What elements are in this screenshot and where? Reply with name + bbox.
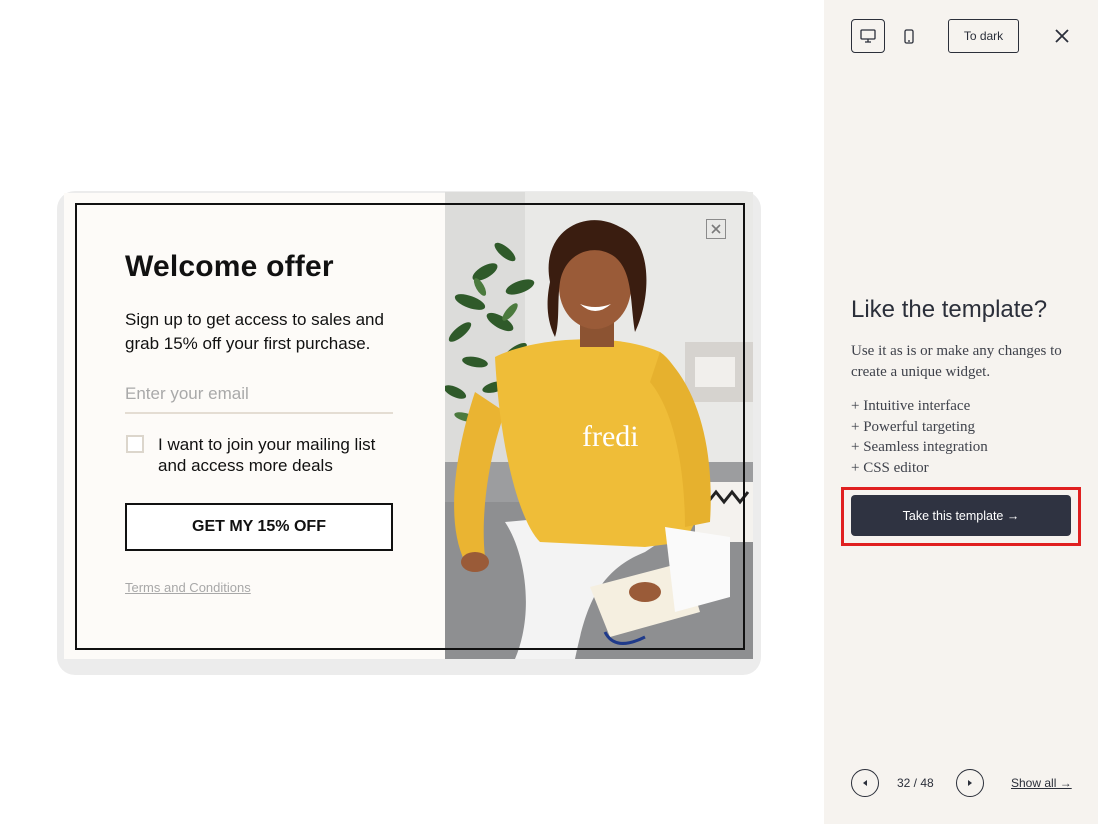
desktop-icon [860, 29, 876, 43]
feature-item: + Intuitive interface [851, 398, 971, 414]
preview-stage: fredi Welcome offer Sign up to get acces… [0, 0, 824, 824]
feature-item: + Powerful targeting [851, 418, 975, 435]
triangle-right-icon [968, 780, 972, 786]
close-icon [1055, 29, 1069, 43]
popup-subtitle: Sign up to get access to sales and grab … [125, 310, 384, 353]
mailing-list-label: I want to join your mailing list and acc… [158, 435, 376, 475]
panel-close-button[interactable] [1050, 24, 1074, 48]
terms-link[interactable]: Terms and Conditions [125, 580, 251, 595]
template-counter: 32 / 48 [897, 776, 934, 790]
previous-template-button[interactable] [851, 769, 879, 797]
popup-close-button[interactable] [706, 219, 726, 239]
get-discount-button[interactable]: GET MY 15% OFF [125, 503, 393, 551]
take-template-button[interactable]: Take this template → [851, 495, 1071, 536]
like-template-title: Like the template? [851, 296, 1048, 323]
like-template-description: Use it as is or make any changes to crea… [851, 343, 1062, 380]
sweater-brand-text: fredi [582, 420, 639, 453]
next-template-button[interactable] [956, 769, 984, 797]
mobile-view-button[interactable] [892, 19, 926, 53]
mobile-icon [904, 28, 914, 44]
triangle-left-icon [863, 780, 867, 786]
feature-item: + CSS editor [851, 459, 929, 476]
popup-photo: fredi [445, 192, 753, 659]
feature-item: + Seamless integration [851, 439, 988, 455]
close-icon [711, 224, 721, 234]
feature-list: + Intuitive interface + Powerful targeti… [851, 396, 988, 478]
popup-title: Welcome offer [125, 250, 334, 283]
email-input[interactable] [125, 376, 393, 414]
mailing-list-checkbox[interactable] [126, 435, 144, 453]
to-dark-button[interactable]: To dark [948, 19, 1019, 53]
desktop-view-button[interactable] [851, 19, 885, 53]
show-all-link[interactable]: Show all → [1011, 776, 1072, 790]
